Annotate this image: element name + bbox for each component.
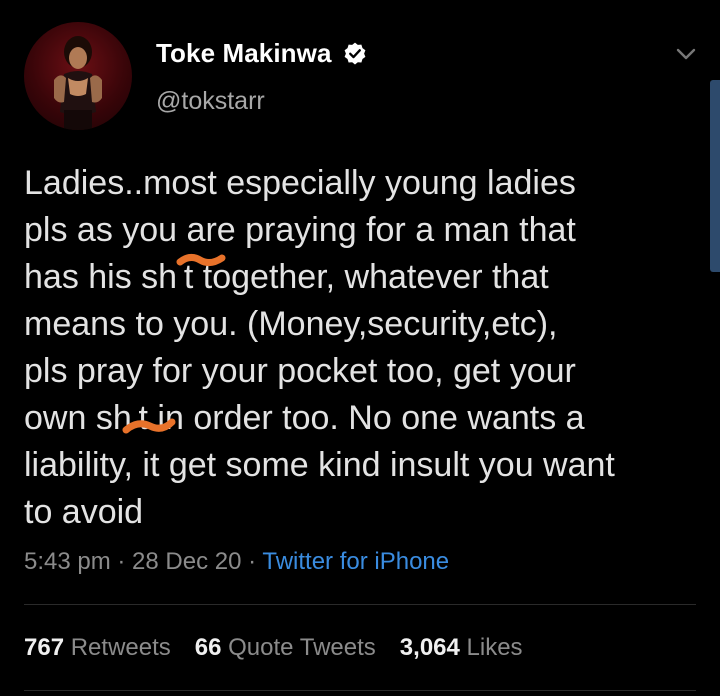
verified-badge-icon [344, 42, 365, 65]
tweet-stats: 767 Retweets 66 Quote Tweets 3,064 Likes [24, 634, 523, 662]
likes-stat[interactable]: 3,064 Likes [400, 634, 523, 662]
tweet-line: own sh t in order too. No one wants a [24, 399, 585, 437]
retweets-stat[interactable]: 767 Retweets [24, 634, 171, 662]
chevron-down-icon[interactable] [672, 40, 700, 68]
tweet-line: to avoid [24, 493, 144, 531]
author-name-row[interactable]: Toke Makinwa [156, 38, 368, 69]
likes-count: 3,064 [399, 634, 460, 661]
avatar[interactable] [24, 22, 132, 130]
meta-separator: · [241, 548, 263, 575]
tweet-source-link[interactable]: Twitter for iPhone [262, 548, 449, 575]
tweet-line: Ladies..most especially young ladies [24, 164, 576, 202]
divider [24, 604, 696, 605]
quote-tweets-label: Quote Tweets [228, 634, 376, 661]
tweet-meta: 5:43 pm · 28 Dec 20 · Twitter for iPhone [24, 548, 449, 576]
likes-label: Likes [466, 634, 523, 661]
tweet-line: has his sh t together, whatever that [24, 258, 549, 296]
tweet-line: pls as you are praying for a man that [24, 211, 576, 249]
divider [24, 690, 696, 691]
avatar-photo [54, 36, 102, 130]
tweet-text: Ladies..most especially young ladies pls… [24, 160, 694, 536]
author-handle[interactable]: @tokstarr [156, 87, 265, 116]
author-name[interactable]: Toke Makinwa [156, 38, 332, 69]
tweet-date: 28 Dec 20 [132, 548, 242, 575]
tweet-line: pls pray for your pocket too, get your [24, 352, 576, 390]
tweet-line: liability, it get some kind insult you w… [24, 446, 615, 484]
tweet-line: means to you. (Money,security,etc), [24, 305, 558, 343]
retweets-count: 767 [24, 634, 65, 661]
quote-tweets-stat[interactable]: 66 Quote Tweets [195, 634, 376, 662]
retweets-label: Retweets [70, 634, 171, 661]
tweet-time: 5:43 pm [24, 548, 111, 575]
scrollbar[interactable] [710, 80, 720, 272]
meta-separator: · [110, 548, 133, 575]
quote-tweets-count: 66 [194, 634, 222, 661]
